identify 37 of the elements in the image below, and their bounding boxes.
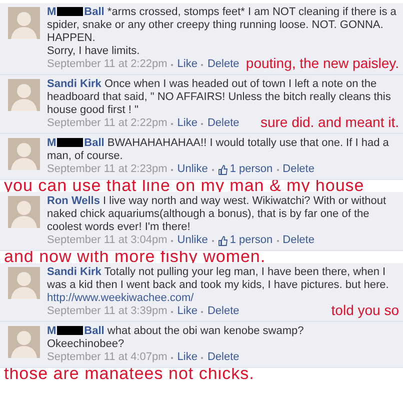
handwritten-note: those are manatees not chicks. <box>4 365 256 383</box>
action-link[interactable]: Delete <box>282 234 314 247</box>
comment-text: Ron Wells I live way north and way west. Wikiwatchi? With or without naked chick aquariums(although a bonus), that is by far one of the coolest words ever! I'm there! <box>47 195 388 234</box>
handwritten-note: sure did. and meant it. <box>260 114 399 130</box>
thumbs-up-icon <box>218 164 228 174</box>
thumbs-up-icon <box>218 236 228 246</box>
action-link[interactable]: Delete <box>207 58 240 71</box>
action-link[interactable]: Like <box>177 305 198 318</box>
comment-text: Sandi Kirk Totally not pulling your leg man, I have been there, when I was a kid then I went back and took my kids, I have pictures. but here. <box>47 266 390 292</box>
comment-text: M Ball *arms crossed, stomps feet* I am NOT cleaning if there is a spider, snake or any other creepy thing running loose. NOT. GONNA. HAPPEN. Sorry, I have limits. <box>47 6 398 58</box>
avatar-icon <box>8 7 40 39</box>
action-link[interactable]: Unlike <box>177 234 208 247</box>
avatar-icon <box>8 196 40 228</box>
likes-link[interactable]: 1 person <box>230 163 273 176</box>
avatar-icon <box>8 138 40 170</box>
action-link[interactable]: Like <box>177 351 198 364</box>
action-link[interactable]: Delete <box>282 163 314 176</box>
action-link[interactable]: Delete <box>207 117 240 130</box>
comment-time: September 11 at 3:39pm <box>47 305 168 318</box>
avatar-icon <box>8 267 40 299</box>
action-link[interactable]: Delete <box>207 351 240 364</box>
comment-time: September 11 at 3:04pm <box>47 234 168 247</box>
avatar-icon <box>8 326 40 358</box>
comment-text: Sandi Kirk Once when I was headed out of town I left a note on the headboard that said, " NO AFFAIRS! Unless the bitch really cleans this house good first ! " <box>47 78 392 116</box>
comment-time: September 11 at 2:22pm <box>47 117 168 130</box>
comment-time: September 11 at 2:23pm <box>47 163 168 176</box>
action-link[interactable]: Unlike <box>177 163 208 176</box>
comment-text: M Ball BWAHAHAHAHAA!! I would totally use that one. If I had a man, of course. <box>47 137 390 163</box>
action-link[interactable]: Like <box>177 117 198 130</box>
handwritten-note: pouting, the new paisley. <box>246 54 399 70</box>
comment-text: M Ball what about the obi wan kenobe swamp? Okeechinobee? <box>47 325 305 351</box>
comment-time: September 11 at 2:22pm <box>47 58 168 71</box>
action-link[interactable]: Like <box>177 58 198 71</box>
comment-time: September 11 at 4:07pm <box>47 351 168 364</box>
action-link[interactable]: Delete <box>207 305 240 318</box>
likes-link[interactable]: 1 person <box>230 234 273 247</box>
avatar-icon <box>8 79 40 111</box>
